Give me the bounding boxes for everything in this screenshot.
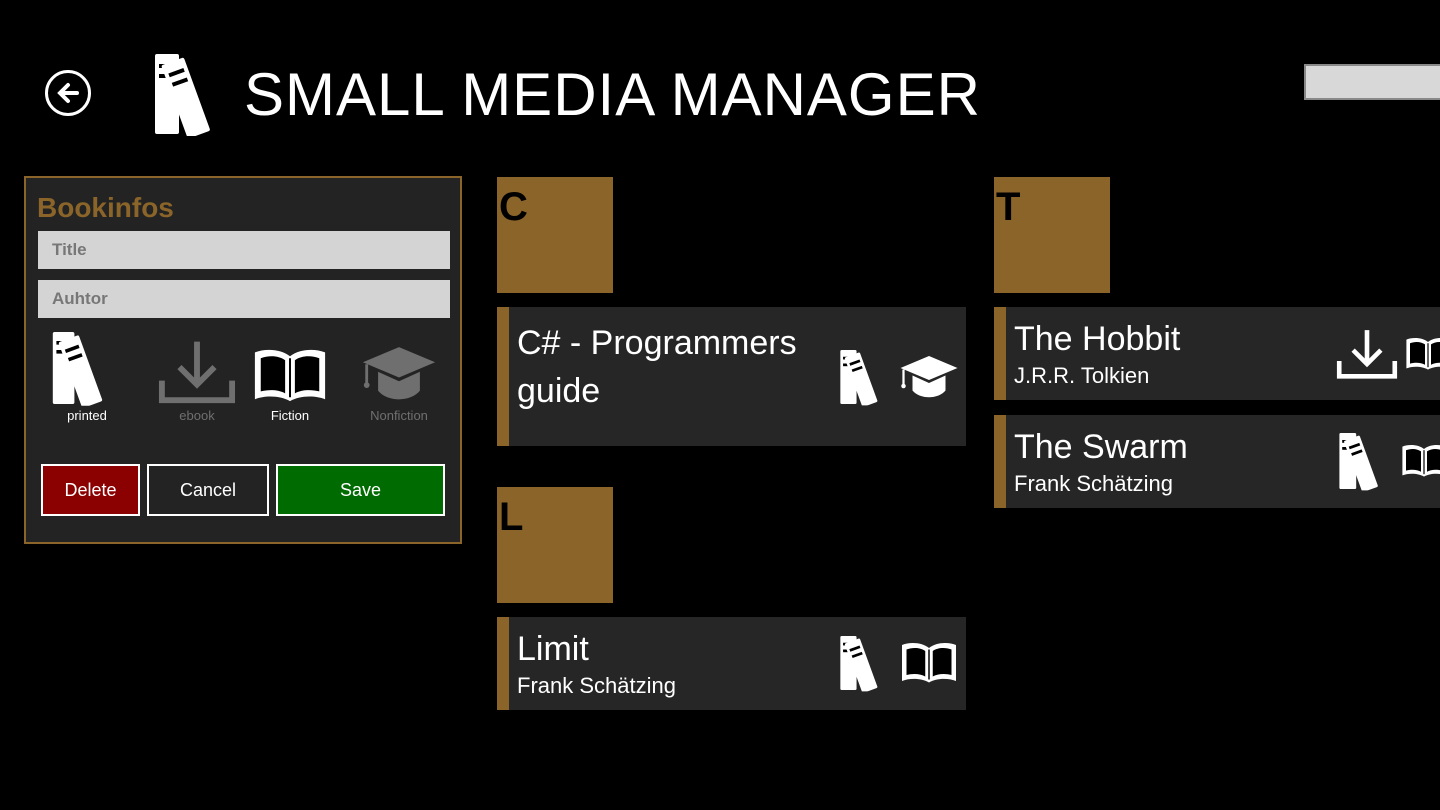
download-icon — [158, 330, 236, 406]
item-title: Limit — [517, 630, 589, 668]
item-title: The Swarm — [1014, 428, 1188, 466]
title-field[interactable] — [38, 231, 450, 269]
group-letter: T — [996, 185, 1021, 229]
save-button[interactable]: Save — [276, 464, 445, 516]
list-item[interactable]: The Swarm Frank Schätzing — [994, 415, 1440, 508]
list-item[interactable]: C# - Programmers guide — [497, 307, 966, 446]
graduation-cap-icon — [899, 353, 959, 401]
group-letter: C — [499, 185, 528, 229]
books-icon — [152, 52, 234, 136]
option-nonfiction[interactable]: Nonfiction — [349, 330, 449, 423]
option-label: ebook — [179, 408, 215, 423]
option-ebook[interactable]: ebook — [147, 330, 247, 423]
back-arrow-icon — [57, 83, 79, 103]
author-field[interactable] — [38, 280, 450, 318]
item-author: J.R.R. Tolkien — [1014, 363, 1150, 388]
book-info-panel: Bookinfos printed ebook Fiction Nonficti… — [24, 176, 462, 544]
option-label: printed — [67, 408, 107, 423]
books-icon — [839, 634, 893, 692]
group-letter: L — [499, 495, 524, 539]
group-header-c[interactable]: C — [497, 177, 613, 293]
group-header-t[interactable]: T — [994, 177, 1110, 293]
option-printed[interactable]: printed — [37, 330, 137, 423]
item-author: Frank Schätzing — [1014, 471, 1173, 496]
download-icon — [1336, 327, 1398, 381]
list-item[interactable]: Limit Frank Schätzing — [497, 617, 966, 710]
list-item[interactable]: The Hobbit J.R.R. Tolkien — [994, 307, 1440, 400]
open-book-icon — [1404, 334, 1440, 374]
option-label: Nonfiction — [370, 408, 428, 423]
option-label: Fiction — [270, 408, 310, 423]
books-icon — [51, 330, 123, 406]
delete-button[interactable]: Delete — [41, 464, 140, 516]
item-title: The Hobbit — [1014, 320, 1181, 358]
search-input[interactable] — [1304, 64, 1440, 100]
open-book-icon — [251, 330, 329, 406]
graduation-cap-icon — [361, 330, 437, 406]
item-title: C# - Programmers guide — [517, 324, 797, 410]
cancel-button[interactable]: Cancel — [147, 464, 269, 516]
books-icon — [1338, 431, 1394, 491]
panel-title: Bookinfos — [37, 192, 174, 223]
back-button[interactable] — [45, 70, 91, 116]
option-fiction[interactable]: Fiction — [240, 330, 340, 423]
books-icon — [839, 348, 893, 406]
open-book-icon — [1400, 441, 1440, 481]
item-author: Frank Schätzing — [517, 673, 676, 698]
group-header-l[interactable]: L — [497, 487, 613, 603]
open-book-icon — [899, 640, 959, 686]
app-title: SMALL MEDIA MANAGER — [244, 61, 981, 128]
